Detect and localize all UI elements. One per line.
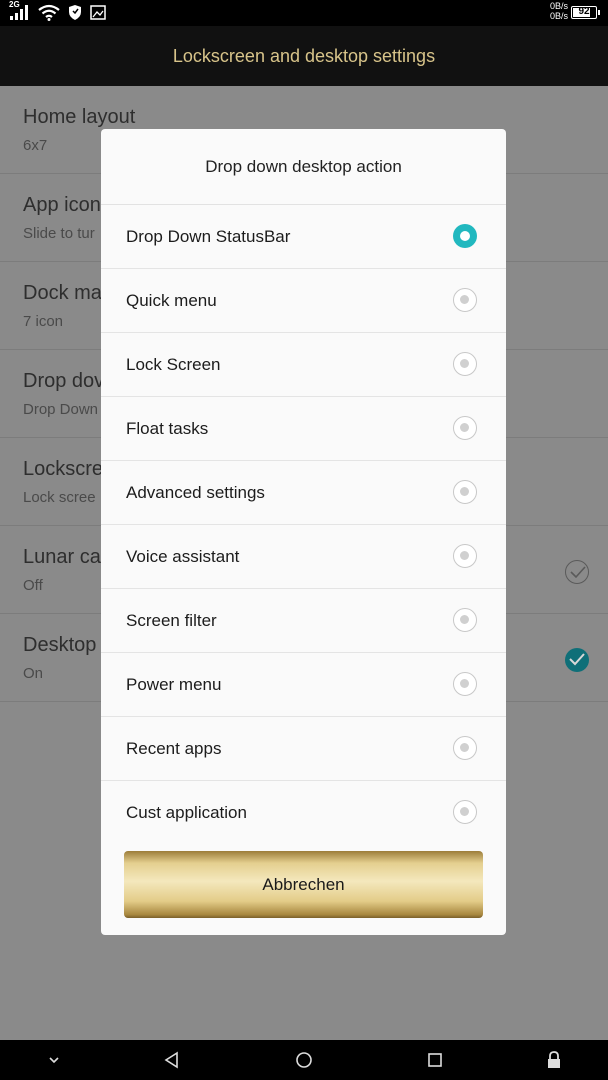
setting-subtitle: Lock scree [23,489,96,506]
radio-icon[interactable] [453,288,477,312]
option-label: Cust application [126,803,247,822]
signal-icon [8,3,34,26]
setting-subtitle: 7 icon [23,313,64,330]
setting-subtitle: Slide to tur [23,225,95,242]
radio-icon[interactable] [453,480,477,504]
option-quick-menu[interactable]: Quick menu [101,269,506,333]
option-recent-apps[interactable]: Recent apps [101,717,506,781]
option-label: Advanced settings [126,483,265,502]
setting-title: Lunar ca [23,546,101,568]
setting-title: Drop dov [23,370,105,392]
option-label: Recent apps [126,739,222,758]
option-label: Voice assistant [126,547,240,566]
option-voice-assistant[interactable]: Voice assistant [101,525,506,589]
battery-icon: 92 [571,6,600,19]
option-label: Float tasks [126,419,209,438]
radio-icon[interactable] [453,736,477,760]
radio-icon[interactable] [453,352,477,376]
option-label: Screen filter [126,611,217,630]
option-label: Quick menu [126,291,217,310]
option-drop-down-statusbar[interactable]: Drop Down StatusBar [101,205,506,269]
setting-subtitle: Drop Down [23,401,99,418]
download-speed: 0B/s [549,11,568,21]
dialog-title: Drop down desktop action [101,129,506,205]
setting-title: Lockscre [23,458,104,480]
option-label: Power menu [126,675,222,694]
options-list[interactable]: Drop Down StatusBar Quick menu Lock Scre… [101,205,506,834]
setting-title: Dock ma [23,282,102,304]
radio-selected-icon[interactable] [453,224,477,248]
option-advanced-settings[interactable]: Advanced settings [101,461,506,525]
image-icon [90,5,106,25]
radio-icon[interactable] [453,544,477,568]
shield-icon [68,4,82,26]
home-icon[interactable] [294,1050,314,1075]
setting-subtitle: On [23,665,44,682]
checked-icon[interactable] [565,648,589,672]
network-speed: 0B/s 0B/s [540,1,568,21]
setting-subtitle: 6x7 [23,137,48,154]
option-screen-filter[interactable]: Screen filter [101,589,506,653]
option-float-tasks[interactable]: Float tasks [101,397,506,461]
option-label: Drop Down StatusBar [126,227,291,246]
drop-down-action-dialog: Drop down desktop action Drop Down Statu… [101,129,506,935]
option-lock-screen[interactable]: Lock Screen [101,333,506,397]
radio-icon[interactable] [453,608,477,632]
upload-speed: 0B/s [549,1,568,11]
setting-title: Desktop [23,634,97,656]
unchecked-icon[interactable] [565,560,589,584]
back-icon[interactable] [162,1050,182,1075]
chevron-down-icon[interactable] [47,1050,61,1075]
setting-subtitle: Off [23,577,43,594]
status-bar: 2G 0B/s 0B/s 92 [0,0,608,26]
battery-level: 92 [578,6,590,17]
setting-title: App icon [23,194,101,216]
cancel-button[interactable]: Abbrechen [124,851,483,918]
lock-icon[interactable] [545,1050,563,1075]
radio-icon[interactable] [453,672,477,696]
navigation-bar [0,1040,608,1080]
option-cust-application[interactable]: Cust application [101,781,506,834]
option-power-menu[interactable]: Power menu [101,653,506,717]
recents-icon[interactable] [425,1050,445,1075]
option-label: Lock Screen [126,355,221,374]
page-title: Lockscreen and desktop settings [0,26,608,86]
setting-title: Home layout [23,106,136,128]
wifi-icon [38,4,60,26]
radio-icon[interactable] [453,416,477,440]
radio-icon[interactable] [453,800,477,824]
